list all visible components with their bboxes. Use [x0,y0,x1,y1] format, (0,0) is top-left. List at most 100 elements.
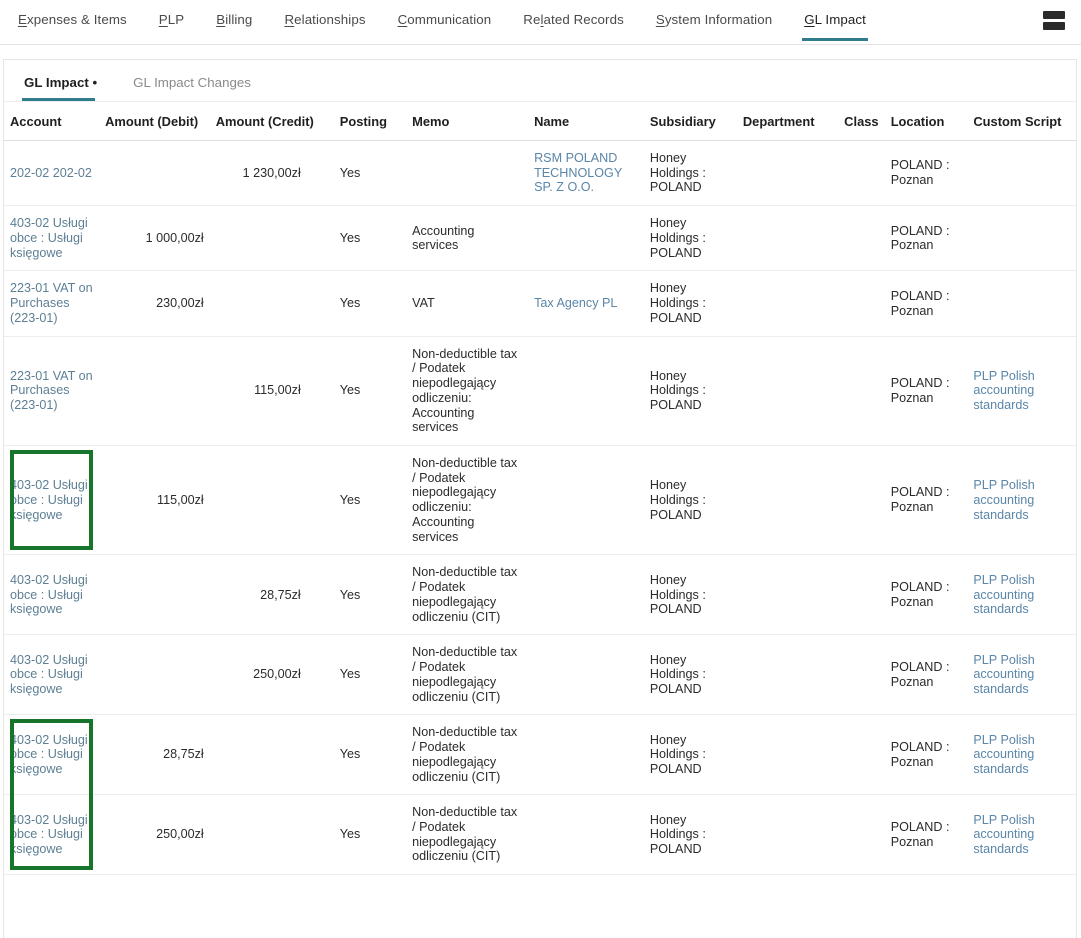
cell-name [528,336,644,445]
cell-custom-script [967,141,1076,206]
cell-class [838,795,885,875]
cell-amount-credit [210,271,334,336]
cell-subsidiary-text: Honey Holdings : POLAND [650,151,706,194]
cell-name[interactable]: Tax Agency PL [528,271,644,336]
nav-tab-related-records[interactable]: Related Records [507,0,640,45]
top-navigation-bar: Expenses & ItemsPLPBillingRelationshipsC… [0,0,1081,45]
cell-amount-debit [99,635,210,715]
cell-account[interactable]: 223-01 VAT on Purchases (223-01) [4,271,99,336]
cell-location: POLAND : Poznan [885,336,968,445]
table-row[interactable]: 403-02 Usługi obce : Usługi księgowe115,… [4,446,1076,555]
gl-impact-table-header: Account Amount (Debit) Amount (Credit) P… [4,102,1076,141]
column-header-subsidiary[interactable]: Subsidiary [644,102,737,141]
column-header-amount-debit[interactable]: Amount (Debit) [99,102,210,141]
cell-location: POLAND : Poznan [885,271,968,336]
cell-memo: VAT [406,271,528,336]
cell-amount-credit [210,206,334,271]
cell-custom-script[interactable]: PLP Polish accounting standards [967,336,1076,445]
column-header-custom-script[interactable]: Custom Script [967,102,1076,141]
cell-memo: Non-deductible tax / Podatek niepodlegaj… [406,715,528,795]
cell-amount-credit-text: 28,75zł [260,588,301,602]
cell-amount-debit-text: 250,00zł [156,827,204,841]
table-row[interactable]: 403-02 Usługi obce : Usługi księgowe 28,7… [4,555,1076,635]
cell-custom-script[interactable]: PLP Polish accounting standards [967,446,1076,555]
table-row[interactable]: 403-02 Usługi obce : Usługi księgowe250,… [4,635,1076,715]
column-header-name[interactable]: Name [528,102,644,141]
cell-department [737,206,838,271]
column-header-department[interactable]: Department [737,102,838,141]
nav-tab-plp[interactable]: PLP [143,0,200,45]
cell-memo: Non-deductible tax / Podatek niepodlegaj… [406,795,528,875]
column-header-account[interactable]: Account [4,102,99,141]
cell-account[interactable]: 403-02 Usługi obce : Usługi księgowe [4,795,99,875]
cell-amount-credit [210,446,334,555]
column-header-memo[interactable]: Memo [406,102,528,141]
cell-location: POLAND : Poznan [885,795,968,875]
column-header-amount-credit[interactable]: Amount (Credit) [210,102,334,141]
cell-location-text: POLAND : Poznan [891,485,950,514]
nav-tab-relationships[interactable]: Relationships [268,0,381,45]
cell-account[interactable]: 403-02 Usługi obce : Usługi księgowe [4,635,99,715]
table-row[interactable]: 223-01 VAT on Purchases (223-01)230,00zł… [4,271,1076,336]
nav-tab-accelerator: E [18,12,27,27]
top-nav-tab-list: Expenses & ItemsPLPBillingRelationshipsC… [2,0,882,45]
cell-account[interactable]: 202-02 202-02 [4,141,99,206]
cell-amount-debit-text: 1 000,00zł [146,231,204,245]
cell-location-text: POLAND : Poznan [891,289,950,318]
cell-account[interactable]: 403-02 Usługi obce : Usługi księgowe [4,555,99,635]
subtab-gl-impact[interactable]: GL Impact • [22,75,109,101]
gl-impact-table: Account Amount (Debit) Amount (Credit) P… [4,102,1076,875]
cell-name[interactable]: RSM POLAND TECHNOLOGY SP. Z O.O. [528,141,644,206]
nav-tab-system-information[interactable]: System Information [640,0,788,45]
cell-account[interactable]: 403-02 Usługi obce : Usługi księgowe [4,446,99,555]
table-row[interactable]: 223-01 VAT on Purchases (223-01)115,00zł… [4,336,1076,445]
table-row[interactable]: 403-02 Usługi obce : Usługi księgowe 1 00… [4,206,1076,271]
cell-subsidiary-text: Honey Holdings : POLAND [650,478,706,521]
cell-department [737,555,838,635]
cell-department [737,336,838,445]
cell-custom-script[interactable]: PLP Polish accounting standards [967,795,1076,875]
cell-name [528,795,644,875]
cell-amount-credit [210,715,334,795]
cell-memo-text: Non-deductible tax / Podatek niepodlegaj… [412,645,517,703]
cell-location: POLAND : Poznan [885,141,968,206]
nav-tab-communication[interactable]: Communication [382,0,508,45]
cell-name [528,715,644,795]
table-row[interactable]: 403-02 Usługi obce : Usługi księgowe 250,… [4,795,1076,875]
menu-icon-bar-top [1043,11,1065,19]
table-row[interactable]: 202-02 202-021 230,00złYesRSM POLAND TEC… [4,141,1076,206]
nav-tab-gl-impact[interactable]: GL Impact [788,0,882,45]
cell-class [838,141,885,206]
column-header-class[interactable]: Class [838,102,885,141]
cell-custom-script[interactable]: PLP Polish accounting standards [967,635,1076,715]
column-header-posting[interactable]: Posting [334,102,406,141]
nav-tab-expenses-items[interactable]: Expenses & Items [2,0,143,45]
cell-account[interactable]: 223-01 VAT on Purchases (223-01) [4,336,99,445]
cell-posting-text: Yes [340,827,361,841]
cell-custom-script[interactable]: PLP Polish accounting standards [967,715,1076,795]
table-row[interactable]: 403-02 Usługi obce : Usługi księgowe 28,7… [4,715,1076,795]
cell-account[interactable]: 403-02 Usługi obce : Usługi księgowe [4,206,99,271]
cell-location-text: POLAND : Poznan [891,660,950,689]
cell-amount-debit-text: 28,75zł [163,747,204,761]
cell-custom-script-text: PLP Polish accounting standards [973,478,1034,521]
menu-icon-bar-bottom [1043,22,1065,30]
cell-posting-text: Yes [340,747,361,761]
cell-custom-script [967,271,1076,336]
list-menu-icon[interactable] [1043,8,1065,32]
cell-account[interactable]: 403-02 Usługi obce : Usługi księgowe [4,715,99,795]
cell-name-text: RSM POLAND TECHNOLOGY SP. Z O.O. [534,151,622,194]
cell-location-text: POLAND : Poznan [891,158,950,187]
subtab-gl-impact-changes[interactable]: GL Impact Changes [131,75,263,101]
cell-department [737,635,838,715]
cell-custom-script[interactable]: PLP Polish accounting standards [967,555,1076,635]
cell-account-text: 403-02 Usługi obce : Usługi księgowe [10,653,88,696]
cell-class [838,446,885,555]
gl-impact-table-body: 202-02 202-021 230,00złYesRSM POLAND TEC… [4,141,1076,875]
cell-posting: Yes [334,336,406,445]
nav-tab-billing[interactable]: Billing [200,0,268,45]
cell-posting-text: Yes [340,493,361,507]
cell-custom-script-text: PLP Polish accounting standards [973,653,1034,696]
column-header-location[interactable]: Location [885,102,968,141]
cell-memo-text: Non-deductible tax / Podatek niepodlegaj… [412,347,517,435]
